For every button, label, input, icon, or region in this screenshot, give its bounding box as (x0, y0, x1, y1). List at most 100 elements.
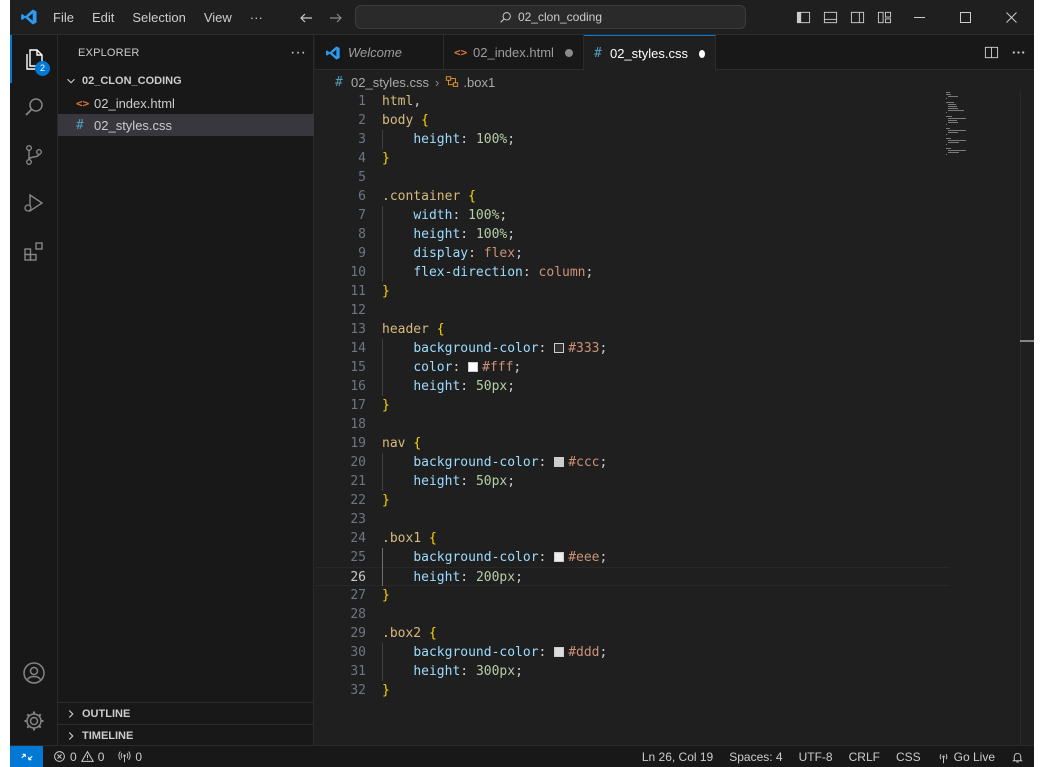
line-number: 25 (350, 550, 366, 565)
close-button[interactable] (988, 0, 1034, 35)
menu-file[interactable]: File (44, 0, 83, 35)
activity-bar: 2 (10, 35, 58, 745)
code-line[interactable]: 3 height: 100%; (315, 130, 950, 149)
file-item-styles-css[interactable]: # 02_styles.css (58, 114, 314, 136)
code-line[interactable]: 11} (315, 282, 950, 301)
vertical-scrollbar[interactable] (1020, 92, 1034, 745)
line-text: header { (382, 322, 445, 337)
editor-actions (984, 35, 1026, 70)
breadcrumb-file[interactable]: 02_styles.css (351, 75, 429, 90)
code-line[interactable]: 9 display: flex; (315, 244, 950, 263)
customize-layout-icon[interactable] (877, 10, 892, 25)
remote-icon (20, 753, 33, 760)
code-line[interactable]: 24 .box1 { (315, 529, 950, 548)
folder-root[interactable]: 02_CLON_CODING (58, 70, 314, 92)
menu-edit[interactable]: Edit (83, 0, 123, 35)
activity-extensions[interactable] (10, 227, 58, 275)
ports-indicator[interactable]: 0 (118, 750, 142, 764)
code-line[interactable]: 17} (315, 396, 950, 415)
code-line[interactable]: 23 (315, 510, 950, 529)
menu-more[interactable]: ··· (241, 0, 272, 35)
file-item-index-html[interactable]: <> 02_index.html (58, 92, 314, 114)
forward-arrow-icon[interactable] (328, 10, 344, 26)
code-line[interactable]: 22} (315, 491, 950, 510)
command-center-search[interactable]: 02_clon_coding (355, 5, 746, 29)
end-of-line[interactable]: CRLF (849, 750, 880, 764)
line-number: 20 (350, 455, 366, 470)
split-editor-icon[interactable] (984, 45, 999, 60)
code-line[interactable]: 12 (315, 301, 950, 320)
code-line[interactable]: 6 .container { (315, 187, 950, 206)
line-number: 32 (350, 683, 366, 698)
problems-indicator[interactable]: 0 0 (53, 750, 104, 764)
tab-styles-css[interactable]: # 02_styles.css (584, 35, 716, 71)
line-number: 9 (358, 246, 366, 261)
back-arrow-icon[interactable] (298, 10, 314, 26)
source-control-icon (25, 145, 42, 166)
language-mode[interactable]: CSS (896, 750, 921, 764)
maximize-button[interactable] (942, 0, 988, 35)
notifications[interactable] (1011, 751, 1024, 764)
code-line[interactable]: 2 body { (315, 111, 950, 130)
broadcast-icon (118, 751, 131, 763)
code-line[interactable]: 13 header { (315, 320, 950, 339)
code-line[interactable]: 19 nav { (315, 434, 950, 453)
menu-bar: File Edit Selection View ··· (44, 0, 272, 35)
code-line[interactable]: 4} (315, 149, 950, 168)
code-line[interactable]: 32} (315, 681, 950, 700)
code-line[interactable]: 14 background-color: #333; (315, 339, 950, 358)
code-line[interactable]: 10 flex-direction: column; (315, 263, 950, 282)
menu-selection[interactable]: Selection (123, 0, 194, 35)
code-line[interactable]: 1 html, (315, 92, 950, 111)
vscode-logo-icon[interactable] (20, 8, 38, 26)
outline-section[interactable]: OUTLINE (58, 702, 314, 724)
outline-label: OUTLINE (82, 707, 131, 720)
minimize-button[interactable] (896, 0, 942, 35)
toggle-primary-sidebar-icon[interactable] (796, 10, 811, 25)
css-file-icon: # (335, 74, 343, 90)
more-actions-icon[interactable] (1011, 45, 1026, 60)
cursor-position[interactable]: Ln 26, Col 19 (642, 750, 713, 764)
code-line[interactable]: 26 height: 200px; (315, 567, 950, 586)
code-line[interactable]: 5 (315, 168, 950, 187)
explorer-more-actions[interactable]: ··· (290, 44, 306, 60)
unsaved-dot-icon[interactable] (699, 49, 705, 58)
remote-indicator[interactable] (10, 745, 43, 767)
activity-source-control[interactable] (10, 131, 58, 179)
toggle-panel-icon[interactable] (823, 10, 838, 25)
activity-manage[interactable] (10, 697, 58, 745)
close-icon (1005, 12, 1017, 23)
activity-run-debug[interactable] (10, 179, 58, 227)
code-editor[interactable]: 1 html, 2 body {3 height: 100%; 4} 5 6 .contain… (315, 92, 1034, 745)
code-line[interactable]: 8 height: 100%; (315, 225, 950, 244)
indentation[interactable]: Spaces: 4 (729, 750, 782, 764)
code-line[interactable]: 20 background-color: #ccc; (315, 453, 950, 472)
code-line[interactable]: 29 .box2 { (315, 624, 950, 643)
code-line[interactable]: 16 height: 50px; (315, 377, 950, 396)
activity-explorer[interactable]: 2 (10, 35, 58, 83)
minimap[interactable] (946, 92, 986, 162)
go-live-button[interactable]: Go Live (937, 750, 995, 764)
tab-welcome[interactable]: Welcome (315, 35, 444, 70)
activity-accounts[interactable] (10, 649, 58, 697)
code-line[interactable]: 27} (315, 586, 950, 605)
menu-view[interactable]: View (195, 0, 241, 35)
breadcrumb-symbol[interactable]: .box1 (463, 75, 495, 90)
encoding[interactable]: UTF-8 (799, 750, 833, 764)
line-text: .box2 { (382, 626, 437, 641)
code-line[interactable]: 28 (315, 605, 950, 624)
unsaved-dot-icon[interactable] (564, 48, 573, 57)
code-line[interactable]: 31 height: 300px; (315, 662, 950, 681)
code-line[interactable]: 25 background-color: #eee; (315, 548, 950, 567)
code-line[interactable]: 7 width: 100%; (315, 206, 950, 225)
code-line[interactable]: 15 color: #fff; (315, 358, 950, 377)
toggle-secondary-sidebar-icon[interactable] (850, 10, 865, 25)
timeline-section[interactable]: TIMELINE (58, 724, 314, 746)
line-number: 18 (350, 417, 366, 432)
code-line[interactable]: 18 (315, 415, 950, 434)
activity-search[interactable] (10, 83, 58, 131)
tab-index-html[interactable]: <> 02_index.html (444, 35, 584, 70)
line-text: background-color: #ccc; (413, 455, 608, 470)
code-line[interactable]: 30 background-color: #ddd; (315, 643, 950, 662)
code-line[interactable]: 21 height: 50px; (315, 472, 950, 491)
